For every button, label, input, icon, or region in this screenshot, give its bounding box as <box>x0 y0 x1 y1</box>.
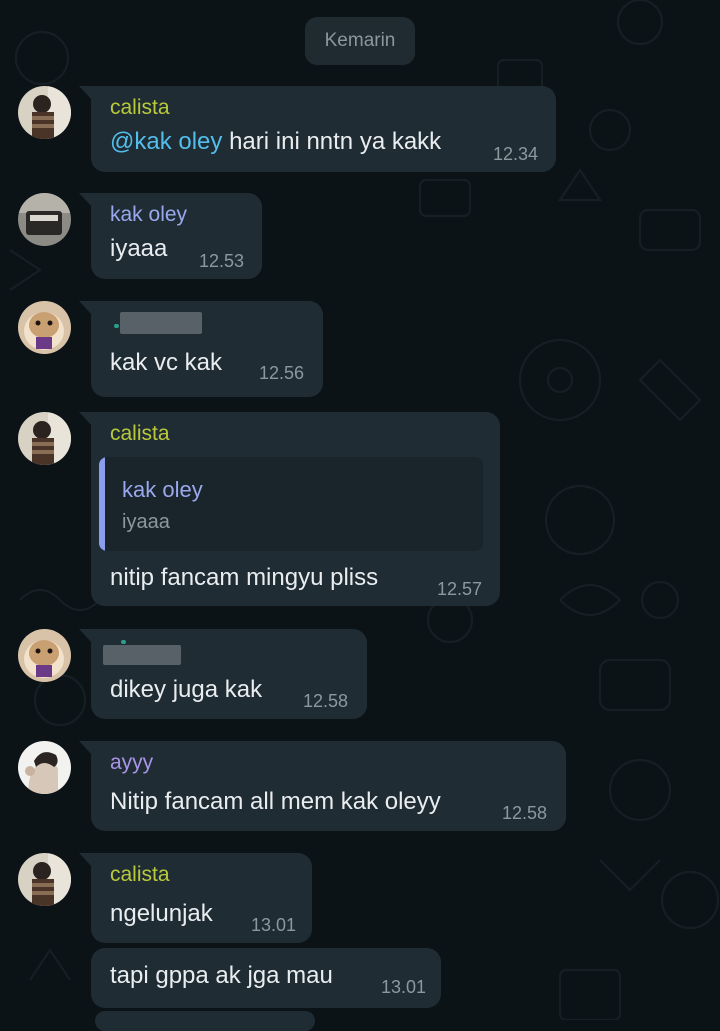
avatar-image <box>18 741 71 794</box>
message-timestamp: 12.34 <box>493 144 539 164</box>
avatar-calista[interactable] <box>18 853 71 906</box>
avatar-calista[interactable] <box>18 412 71 465</box>
message-bubble[interactable]: ayyy Nitip fancam all mem kak oleyy 12.5… <box>79 741 566 831</box>
redaction-mark <box>121 640 126 644</box>
avatar-image <box>18 301 71 354</box>
message-text: Nitip fancam all mem kak oleyy <box>110 788 441 815</box>
message-text-body: hari ini nntn ya kakk <box>222 128 442 155</box>
message-bubble[interactable]: dikey juga kak 12.58 <box>79 629 367 719</box>
message-bubble[interactable]: kak vc kak 12.56 <box>79 301 323 397</box>
quote-accent-bar <box>99 457 105 551</box>
sender-name[interactable]: calista <box>110 96 170 120</box>
message-text: @kak oley hari ini nntn ya kakk <box>110 128 441 156</box>
avatar-ayyy[interactable] <box>18 741 71 794</box>
avatar-hamster[interactable] <box>18 301 71 354</box>
message-bubble[interactable]: calista @kak oley hari ini nntn ya kakk … <box>79 86 556 172</box>
message-bubble[interactable]: calista ngelunjak 13.01 <box>79 853 312 943</box>
avatar-image <box>18 412 71 465</box>
quoted-sender-name: kak oley <box>122 477 203 502</box>
message-timestamp: 13.01 <box>251 915 297 935</box>
avatar-hamster[interactable] <box>18 629 71 682</box>
quoted-message[interactable]: kak oley iyaaa <box>99 457 483 551</box>
sender-name[interactable]: calista <box>110 422 170 446</box>
message-timestamp: 12.53 <box>199 251 245 271</box>
avatar-image <box>18 629 71 682</box>
message-text: nitip fancam mingyu pliss <box>110 564 379 591</box>
date-separator-chip: Kemarin <box>305 17 415 65</box>
quoted-text: iyaaa <box>122 511 170 533</box>
message-bubble[interactable]: tapi gppa ak jga mau 13.01 <box>91 948 441 1008</box>
message-timestamp: 13.01 <box>381 977 427 997</box>
next-message-bubble-partial <box>95 1011 315 1031</box>
avatar-image <box>18 86 71 139</box>
redacted-sender-name <box>103 645 181 665</box>
message-bubble-reply[interactable]: calista kak oley iyaaa nitip fancam ming… <box>79 412 500 606</box>
avatar-kak-oley[interactable] <box>18 193 71 246</box>
message-text: iyaaa <box>110 235 168 262</box>
message-bubble[interactable]: kak oley iyaaa 12.53 <box>79 193 262 279</box>
message-text: kak vc kak <box>110 349 223 376</box>
sender-name[interactable]: kak oley <box>110 203 187 227</box>
mention-link[interactable]: @kak oley <box>110 128 222 155</box>
avatar-calista[interactable] <box>18 86 71 139</box>
message-timestamp: 12.58 <box>502 803 548 823</box>
message-text: tapi gppa ak jga mau <box>110 962 333 989</box>
avatar-image <box>18 853 71 906</box>
redaction-mark <box>114 324 119 328</box>
message-timestamp: 12.58 <box>303 691 349 711</box>
message-timestamp: 12.56 <box>259 363 305 383</box>
avatar-image <box>18 193 71 246</box>
sender-name[interactable]: calista <box>110 863 170 887</box>
redacted-sender-name <box>120 312 202 334</box>
message-timestamp: 12.57 <box>437 579 483 599</box>
chat-message-list[interactable]: Kemarin calista @kak oley hari ini nntn … <box>0 0 720 1031</box>
message-text: ngelunjak <box>110 900 213 927</box>
message-text: dikey juga kak <box>110 676 263 703</box>
sender-name[interactable]: ayyy <box>110 751 153 775</box>
